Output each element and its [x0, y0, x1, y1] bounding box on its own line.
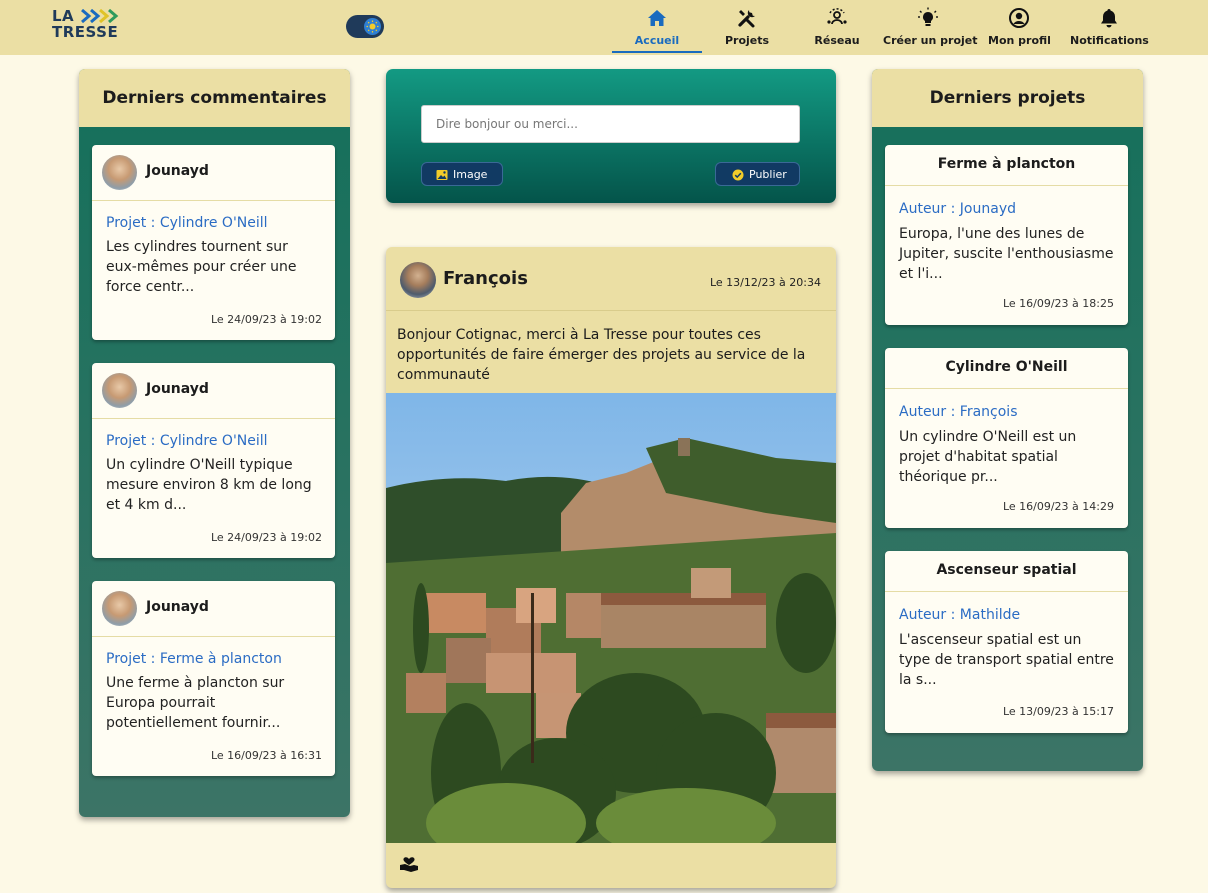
- nav-reseau[interactable]: Réseau: [807, 0, 867, 53]
- comment-card[interactable]: Jounayd Projet : Ferme à plancton Une fe…: [92, 581, 335, 776]
- comment-card[interactable]: Jounayd Projet : Cylindre O'Neill Les cy…: [92, 145, 335, 340]
- post-photo: [386, 393, 836, 843]
- project-author-link[interactable]: Auteur : Jounayd: [899, 201, 1128, 217]
- latest-comments-panel: Derniers commentaires Jounayd Projet : C…: [79, 69, 350, 817]
- project-summary: Europa, l'une des lunes de Jupiter, susc…: [899, 226, 1114, 282]
- panel-title: Derniers projets: [872, 69, 1143, 127]
- project-title[interactable]: Ferme à plancton: [885, 145, 1128, 186]
- avatar: [102, 155, 137, 190]
- logo-line2: TRESSE: [52, 23, 119, 41]
- comment-card[interactable]: Jounayd Projet : Cylindre O'Neill Un cyl…: [92, 363, 335, 558]
- post-author[interactable]: François: [443, 268, 528, 289]
- publish-button[interactable]: Publier: [715, 162, 800, 186]
- avatar[interactable]: [400, 262, 436, 298]
- sun-icon: [364, 18, 381, 35]
- comment-text: Une ferme à plancton sur Europa pourrait…: [106, 675, 285, 731]
- lightbulb-icon: [918, 7, 938, 26]
- network-icon: [827, 8, 847, 25]
- comment-author: Jounayd: [146, 599, 209, 615]
- hands-heart-icon[interactable]: [399, 854, 419, 874]
- project-title[interactable]: Ascenseur spatial: [885, 551, 1128, 592]
- project-summary: Un cylindre O'Neill est un projet d'habi…: [899, 429, 1077, 485]
- comment-date: Le 24/09/23 à 19:02: [210, 531, 322, 544]
- logo-line1: LA: [52, 7, 75, 25]
- post-composer: Image Publier: [386, 69, 836, 203]
- post-header: François Le 13/12/23 à 20:34: [386, 247, 836, 311]
- avatar: [102, 591, 137, 626]
- comment-card-header: Jounayd: [92, 581, 335, 637]
- publish-button-label: Publier: [749, 168, 787, 181]
- project-card[interactable]: Ascenseur spatial Auteur : Mathilde L'as…: [885, 551, 1128, 733]
- nav-label: Accueil: [634, 34, 680, 47]
- post-date: Le 13/12/23 à 20:34: [709, 276, 821, 289]
- comment-author: Jounayd: [146, 163, 209, 179]
- tools-icon: [738, 10, 755, 28]
- latest-projects-panel: Derniers projets Ferme à plancton Auteur…: [872, 69, 1143, 771]
- nav-label: Mon profil: [988, 34, 1051, 47]
- add-image-button[interactable]: Image: [421, 162, 503, 186]
- comment-date: Le 24/09/23 à 19:02: [210, 313, 322, 326]
- comment-card-header: Jounayd: [92, 363, 335, 419]
- nav-projets[interactable]: Projets: [717, 0, 777, 53]
- nav-notifications[interactable]: Notifications: [1070, 0, 1149, 53]
- panel-title: Derniers commentaires: [79, 69, 350, 127]
- check-circle-icon: [732, 169, 744, 181]
- project-author-link[interactable]: Auteur : François: [899, 404, 1128, 420]
- comment-author: Jounayd: [146, 381, 209, 397]
- comment-project-link[interactable]: Projet : Cylindre O'Neill: [106, 215, 335, 231]
- feed-post: François Le 13/12/23 à 20:34 Bonjour Cot…: [386, 247, 836, 888]
- nav-accueil[interactable]: Accueil: [612, 0, 702, 53]
- nav-mon-profil[interactable]: Mon profil: [988, 0, 1051, 53]
- image-icon: [436, 170, 448, 180]
- comment-text: Les cylindres tournent sur eux-mêmes pou…: [106, 239, 297, 295]
- project-author-link[interactable]: Auteur : Mathilde: [899, 607, 1128, 623]
- image-button-label: Image: [453, 168, 488, 181]
- project-card[interactable]: Ferme à plancton Auteur : Jounayd Europa…: [885, 145, 1128, 325]
- avatar: [102, 373, 137, 408]
- project-card[interactable]: Cylindre O'Neill Auteur : François Un cy…: [885, 348, 1128, 528]
- theme-toggle[interactable]: [346, 15, 384, 38]
- post-message-input[interactable]: [421, 105, 800, 143]
- nav-creer-projet[interactable]: Créer un projet: [883, 0, 978, 53]
- nav-label: Notifications: [1070, 34, 1149, 47]
- comment-date: Le 16/09/23 à 16:31: [210, 749, 322, 762]
- top-header: LA TRESSE Accueil Projets Réseau Créer u…: [0, 0, 1208, 55]
- project-date: Le 16/09/23 à 18:25: [1002, 297, 1114, 310]
- project-date: Le 13/09/23 à 15:17: [1002, 705, 1114, 718]
- user-circle-icon: [1009, 8, 1029, 28]
- logo-chevrons-icon: [81, 9, 119, 23]
- nav-label: Projets: [724, 34, 770, 47]
- comment-project-link[interactable]: Projet : Cylindre O'Neill: [106, 433, 335, 449]
- post-text: Bonjour Cotignac, merci à La Tresse pour…: [397, 327, 806, 383]
- project-summary: L'ascenseur spatial est un type de trans…: [899, 632, 1114, 688]
- la-tresse-logo[interactable]: LA TRESSE: [52, 8, 122, 42]
- comment-card-header: Jounayd: [92, 145, 335, 201]
- nav-label: Réseau: [814, 34, 860, 47]
- nav-label: Créer un projet: [883, 34, 978, 47]
- comment-project-link[interactable]: Projet : Ferme à plancton: [106, 651, 335, 667]
- project-title[interactable]: Cylindre O'Neill: [885, 348, 1128, 389]
- home-icon: [648, 10, 666, 26]
- project-date: Le 16/09/23 à 14:29: [1002, 500, 1114, 513]
- comment-text: Un cylindre O'Neill typique mesure envir…: [106, 457, 312, 513]
- bell-icon: [1101, 9, 1117, 28]
